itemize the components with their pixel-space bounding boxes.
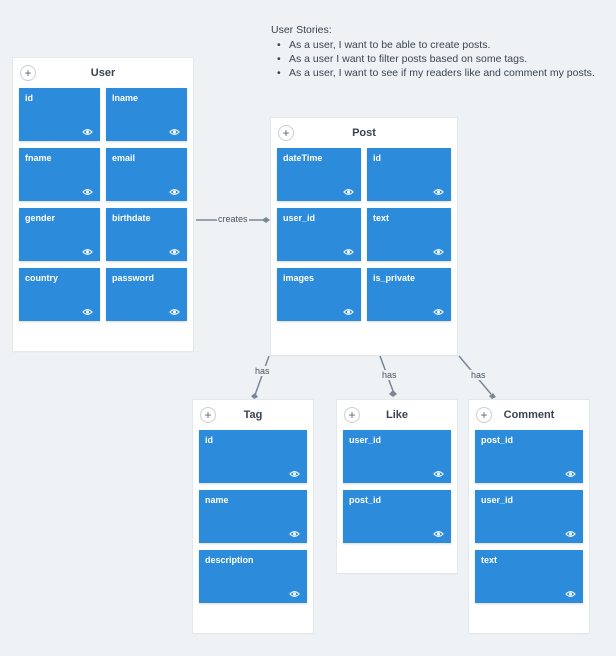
arrowhead-icon	[251, 393, 258, 399]
field-images[interactable]: images	[277, 268, 361, 321]
eye-icon[interactable]	[289, 590, 300, 598]
table-header: + Like	[337, 400, 457, 430]
table-user[interactable]: + User id lname fname email gender birth…	[13, 58, 193, 351]
field-password[interactable]: password	[106, 268, 187, 321]
field-name: text	[373, 213, 390, 223]
field-id[interactable]: id	[199, 430, 307, 483]
field-id[interactable]: id	[19, 88, 100, 141]
field-name: email	[112, 153, 136, 163]
table-title: Post	[352, 127, 376, 139]
eye-icon[interactable]	[343, 248, 354, 256]
relation-label-has-like: has	[381, 370, 398, 380]
eye-icon[interactable]	[565, 470, 576, 478]
eye-icon[interactable]	[433, 188, 444, 196]
eye-icon[interactable]	[289, 470, 300, 478]
table-like[interactable]: + Like user_id post_id	[337, 400, 457, 573]
field-id[interactable]: id	[367, 148, 451, 201]
eye-icon[interactable]	[433, 530, 444, 538]
table-header: + Tag	[193, 400, 313, 430]
field-name: gender	[25, 213, 56, 223]
field-name: fname	[25, 153, 52, 163]
eye-icon[interactable]	[169, 188, 180, 196]
eye-icon[interactable]	[565, 590, 576, 598]
field-name: password	[112, 273, 155, 283]
eye-icon[interactable]	[169, 248, 180, 256]
field-name: lname	[112, 93, 139, 103]
eye-icon[interactable]	[289, 530, 300, 538]
field-description[interactable]: description	[199, 550, 307, 603]
eye-icon[interactable]	[82, 248, 93, 256]
field-name: is_private	[373, 273, 416, 283]
field-is-private[interactable]: is_private	[367, 268, 451, 321]
field-name: post_id	[349, 495, 382, 505]
table-post[interactable]: + Post dateTime id user_id text images i…	[271, 118, 457, 355]
field-text[interactable]: text	[475, 550, 583, 603]
table-title: Comment	[503, 409, 555, 421]
table-title: Tag	[243, 409, 263, 421]
eye-icon[interactable]	[82, 308, 93, 316]
eye-icon[interactable]	[433, 470, 444, 478]
table-header: + Comment	[469, 400, 589, 430]
eye-icon[interactable]	[433, 308, 444, 316]
field-name: user_id	[283, 213, 316, 223]
field-name: id	[25, 93, 33, 103]
table-title: User	[90, 67, 116, 79]
arrowhead-icon	[389, 390, 397, 397]
eye-icon[interactable]	[82, 128, 93, 136]
field-name: name	[205, 495, 229, 505]
eye-icon[interactable]	[169, 308, 180, 316]
field-name: text	[481, 555, 498, 565]
field-name: birthdate	[112, 213, 151, 223]
field-text[interactable]: text	[367, 208, 451, 261]
eye-icon[interactable]	[433, 248, 444, 256]
eye-icon[interactable]	[82, 188, 93, 196]
field-name: user_id	[349, 435, 382, 445]
field-user-id[interactable]: user_id	[277, 208, 361, 261]
relation-label-has-comment: has	[470, 370, 487, 380]
field-post-id[interactable]: post_id	[343, 490, 451, 543]
field-name: country	[25, 273, 59, 283]
field-name: description	[205, 555, 254, 565]
arrowhead-icon	[262, 217, 270, 223]
field-name: post_id	[481, 435, 514, 445]
relation-label-has-tag: has	[254, 366, 271, 376]
field-name-col[interactable]: name	[199, 490, 307, 543]
eye-icon[interactable]	[343, 188, 354, 196]
table-comment[interactable]: + Comment post_id user_id text	[469, 400, 589, 633]
relation-label-creates: creates	[217, 214, 249, 224]
field-user-id[interactable]: user_id	[475, 490, 583, 543]
field-post-id[interactable]: post_id	[475, 430, 583, 483]
field-name: id	[373, 153, 381, 163]
field-fname[interactable]: fname	[19, 148, 100, 201]
eye-icon[interactable]	[343, 308, 354, 316]
field-birthdate[interactable]: birthdate	[106, 208, 187, 261]
field-gender[interactable]: gender	[19, 208, 100, 261]
field-name: user_id	[481, 495, 514, 505]
field-email[interactable]: email	[106, 148, 187, 201]
field-datetime[interactable]: dateTime	[277, 148, 361, 201]
table-tag[interactable]: + Tag id name description	[193, 400, 313, 633]
field-name: images	[283, 273, 315, 283]
eye-icon[interactable]	[565, 530, 576, 538]
eye-icon[interactable]	[169, 128, 180, 136]
field-name: dateTime	[283, 153, 323, 163]
table-title: Like	[385, 409, 408, 421]
field-name: id	[205, 435, 213, 445]
table-header: + Post	[271, 118, 457, 148]
table-header: + User	[13, 58, 193, 88]
field-lname[interactable]: lname	[106, 88, 187, 141]
field-country[interactable]: country	[19, 268, 100, 321]
field-user-id[interactable]: user_id	[343, 430, 451, 483]
